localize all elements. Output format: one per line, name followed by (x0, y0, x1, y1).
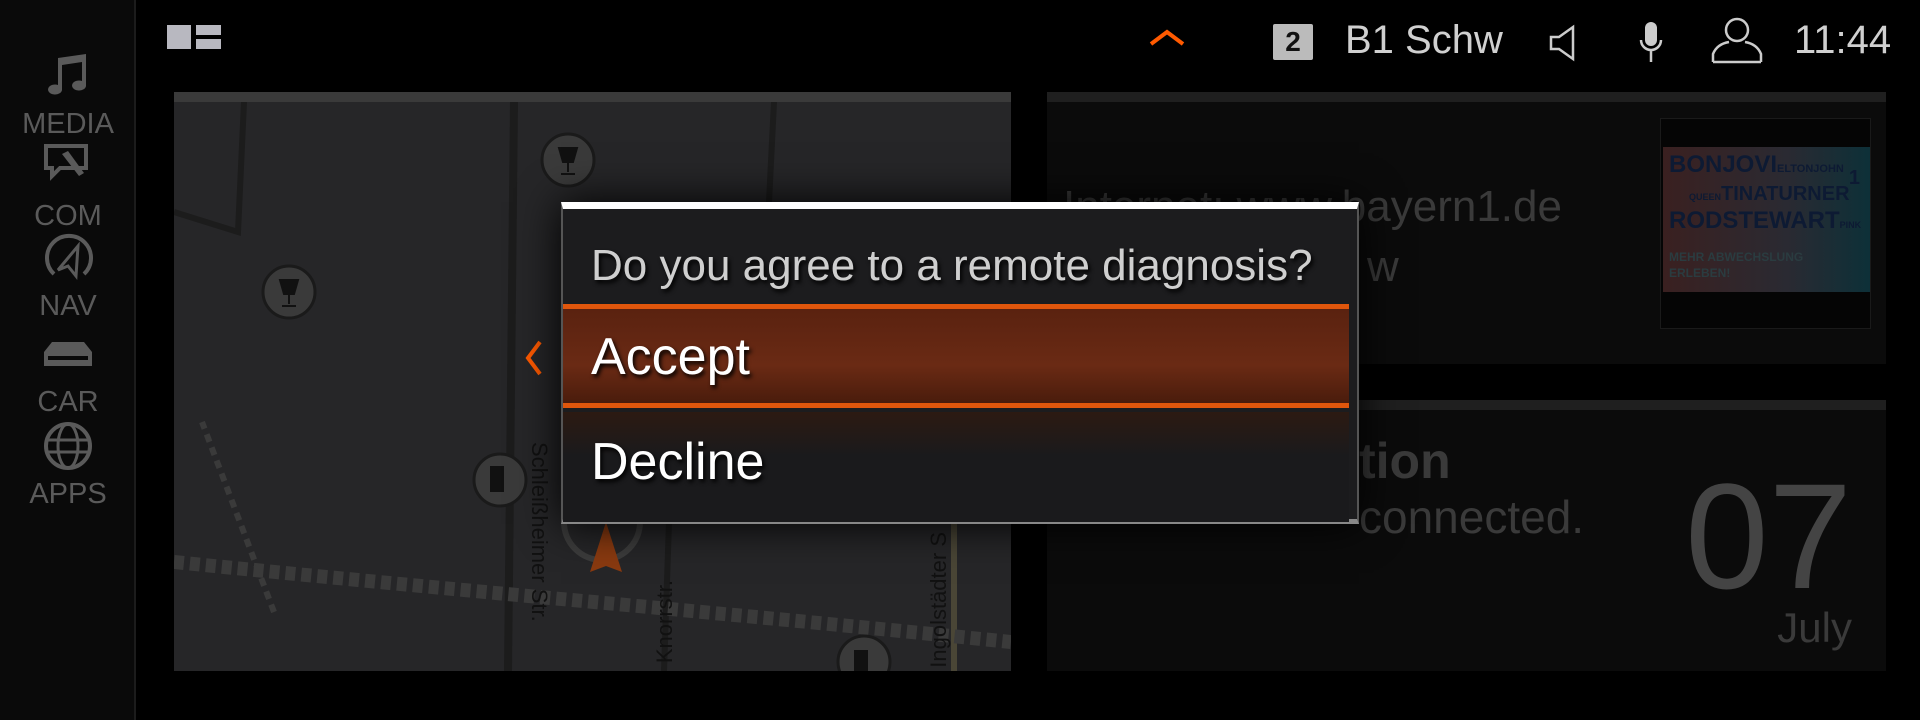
sidebar-item-label: MEDIA (22, 108, 114, 140)
sidebar-item-car[interactable]: CAR (0, 326, 136, 419)
street-label: Schleißheimer Str. (527, 442, 552, 622)
radio-text-line: w (1367, 242, 1399, 291)
sidebar: MEDIA COM NAV CAR APPS (0, 0, 136, 720)
wine-poi-icon[interactable] (261, 264, 317, 320)
sidebar-item-com[interactable]: COM (0, 140, 136, 233)
station-number-badge: 2 (1273, 24, 1313, 60)
decline-button[interactable]: Decline (563, 412, 1349, 522)
user-profile-icon[interactable] (1709, 16, 1765, 64)
status-bar: 2 B1 Schw 11:44 (137, 0, 1920, 86)
phone-title: tion (1359, 433, 1451, 489)
album-tagline: MEHR ABWECHSLUNG (1669, 250, 1804, 264)
fuel-poi-icon[interactable] (472, 452, 528, 508)
album-text: TINATURNER (1721, 183, 1850, 205)
sidebar-item-apps[interactable]: APPS (0, 418, 136, 511)
sidebar-item-label: COM (34, 200, 102, 232)
microphone-icon[interactable] (1639, 20, 1663, 64)
phone-message-icon (44, 144, 88, 181)
sidebar-item-label: APPS (29, 478, 107, 510)
speaker-icon[interactable] (1549, 24, 1583, 62)
date-month: July (1777, 604, 1852, 651)
accept-button[interactable]: Accept (563, 304, 1349, 408)
album-badge: 1 (1848, 167, 1860, 189)
sidebar-item-label: NAV (39, 290, 97, 322)
album-text: RODSTEWART (1669, 207, 1840, 234)
album-text: ELTONJOHN (1777, 163, 1844, 175)
date-day: 07 (1685, 452, 1852, 620)
split-layout-icon[interactable] (167, 25, 221, 49)
chevron-left-icon[interactable] (524, 340, 544, 376)
sidebar-item-nav[interactable]: NAV (0, 230, 136, 323)
phone-status: connected. (1359, 491, 1585, 543)
street-label: Ingolstädter S (926, 532, 951, 668)
music-note-icon (48, 54, 86, 95)
clock: 11:44 (1794, 18, 1892, 62)
car-icon (44, 342, 92, 366)
navigation-icon (45, 233, 93, 280)
globe-icon (44, 422, 92, 470)
album-art: BONJOVIELTONJOHN QUEENTINATURNER RODSTEW… (1660, 118, 1871, 329)
dialog-question: Do you agree to a remote diagnosis? (591, 241, 1313, 290)
sidebar-item-media[interactable]: MEDIA (0, 48, 136, 141)
station-name[interactable]: B1 Schw (1345, 18, 1503, 63)
album-text: QUEEN (1689, 192, 1722, 202)
album-text: PINK (1839, 220, 1862, 230)
sidebar-item-label: CAR (37, 386, 99, 418)
remote-diagnosis-dialog: Do you agree to a remote diagnosis? Acce… (561, 202, 1359, 524)
album-tagline: ERLEBEN! (1669, 266, 1731, 280)
fuel-poi-icon[interactable] (836, 634, 892, 671)
chevron-up-icon[interactable] (1147, 28, 1187, 48)
street-label: Knorrstr. (652, 580, 677, 664)
album-text: BONJOVI (1669, 151, 1778, 178)
wine-poi-icon[interactable] (540, 132, 596, 188)
